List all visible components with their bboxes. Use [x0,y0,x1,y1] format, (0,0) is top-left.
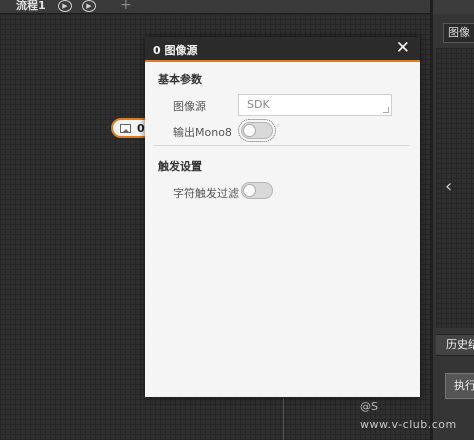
plus-icon[interactable]: + [120,0,132,13]
image-source-dialog: 0 图像源 ✕ 基本参数 图像源 SDK 输出Mono8 触发设置 字符触发过滤 [145,37,420,397]
right-panel-field[interactable]: 图像 [443,23,474,43]
mono8-label: 输出Mono8 [173,126,232,139]
play-circle-icon[interactable]: ▶ [58,0,72,12]
execute-button[interactable]: 执行 [445,373,474,399]
section-title-trigger: 触发设置 [158,160,202,173]
process-tab-strip: 流程1 ▶ ▶ + [0,0,430,14]
close-icon[interactable]: ✕ [396,38,410,58]
dialog-header: 0 图像源 ✕ [145,37,420,62]
image-icon [120,124,131,133]
toggle-knob [243,124,256,137]
char-filter-toggle[interactable] [241,182,273,199]
image-source-input[interactable]: SDK [238,94,392,116]
watermark-url: www.v-club.com [360,418,457,431]
right-panel-preview [436,48,474,328]
resize-grip-icon [383,107,389,113]
char-filter-label: 字符触发过滤 [173,187,239,200]
watermark-handle: @S [360,400,378,413]
image-source-label: 图像源 [173,100,206,113]
right-panel: 图像 ‹ 历史结 执行 [430,0,474,440]
chevron-left-icon[interactable]: ‹ [445,176,452,197]
dialog-title: 0 图像源 [153,44,198,57]
history-result-tab[interactable]: 历史结 [436,334,474,356]
section-divider [153,145,409,146]
section-title-basic: 基本参数 [158,73,202,86]
toggle-knob [243,184,256,197]
divider-line [283,398,284,440]
right-panel-header [433,0,474,14]
tab-process-1[interactable]: 流程1 [16,0,46,12]
play-loop-icon[interactable]: ▶ [82,0,96,12]
node-label: 0 [137,122,145,135]
mono8-toggle[interactable] [238,119,276,142]
